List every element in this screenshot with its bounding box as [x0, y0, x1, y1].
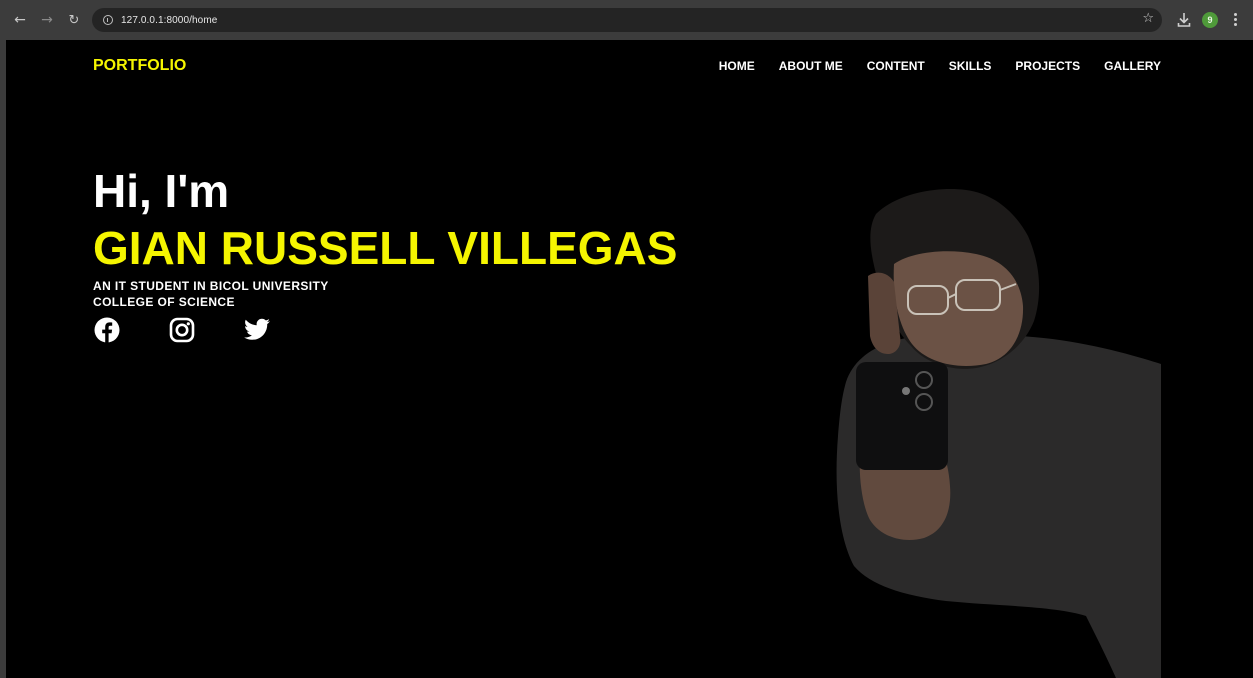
- site-brand[interactable]: PORTFOLIO: [93, 57, 186, 75]
- info-icon[interactable]: [103, 15, 113, 25]
- back-arrow-icon[interactable]: ←: [11, 11, 29, 29]
- address-bar[interactable]: 127.0.0.1:8000/home ☆: [92, 8, 1162, 32]
- nav-about-me[interactable]: ABOUT ME: [779, 59, 843, 73]
- page-viewport: PORTFOLIO HOME ABOUT ME CONTENT SKILLS P…: [6, 40, 1253, 678]
- download-icon[interactable]: [1177, 12, 1191, 28]
- hero-name: GIAN RUSSELL VILLEGAS: [93, 222, 678, 274]
- hero-greeting: Hi, I'm: [93, 165, 230, 217]
- profile-avatar[interactable]: 9: [1202, 12, 1218, 28]
- facebook-icon[interactable]: [93, 316, 121, 344]
- star-icon[interactable]: ☆: [1142, 11, 1154, 26]
- twitter-icon[interactable]: [243, 316, 271, 344]
- nav-home[interactable]: HOME: [719, 59, 755, 73]
- forward-arrow-icon[interactable]: →: [38, 11, 56, 29]
- profile-photo: [836, 189, 1161, 678]
- social-links: [93, 316, 318, 344]
- nav-gallery[interactable]: GALLERY: [1104, 59, 1161, 73]
- tagline-line-2: COLLEGE OF SCIENCE: [93, 295, 235, 309]
- hero-tagline: AN IT STUDENT IN BICOL UNIVERSITY COLLEG…: [93, 278, 329, 310]
- tagline-line-1: AN IT STUDENT IN BICOL UNIVERSITY: [93, 279, 329, 293]
- browser-toolbar: ← → ↻ 127.0.0.1:8000/home ☆ 9: [0, 0, 1253, 40]
- nav-skills[interactable]: SKILLS: [949, 59, 992, 73]
- reload-icon[interactable]: ↻: [65, 11, 83, 29]
- instagram-icon[interactable]: [168, 316, 196, 344]
- kebab-menu-icon[interactable]: [1234, 13, 1238, 27]
- nav-content[interactable]: CONTENT: [867, 59, 925, 73]
- nav-projects[interactable]: PROJECTS: [1015, 59, 1080, 73]
- url-text[interactable]: 127.0.0.1:8000/home: [121, 15, 217, 26]
- top-navigation: HOME ABOUT ME CONTENT SKILLS PROJECTS GA…: [695, 59, 1161, 73]
